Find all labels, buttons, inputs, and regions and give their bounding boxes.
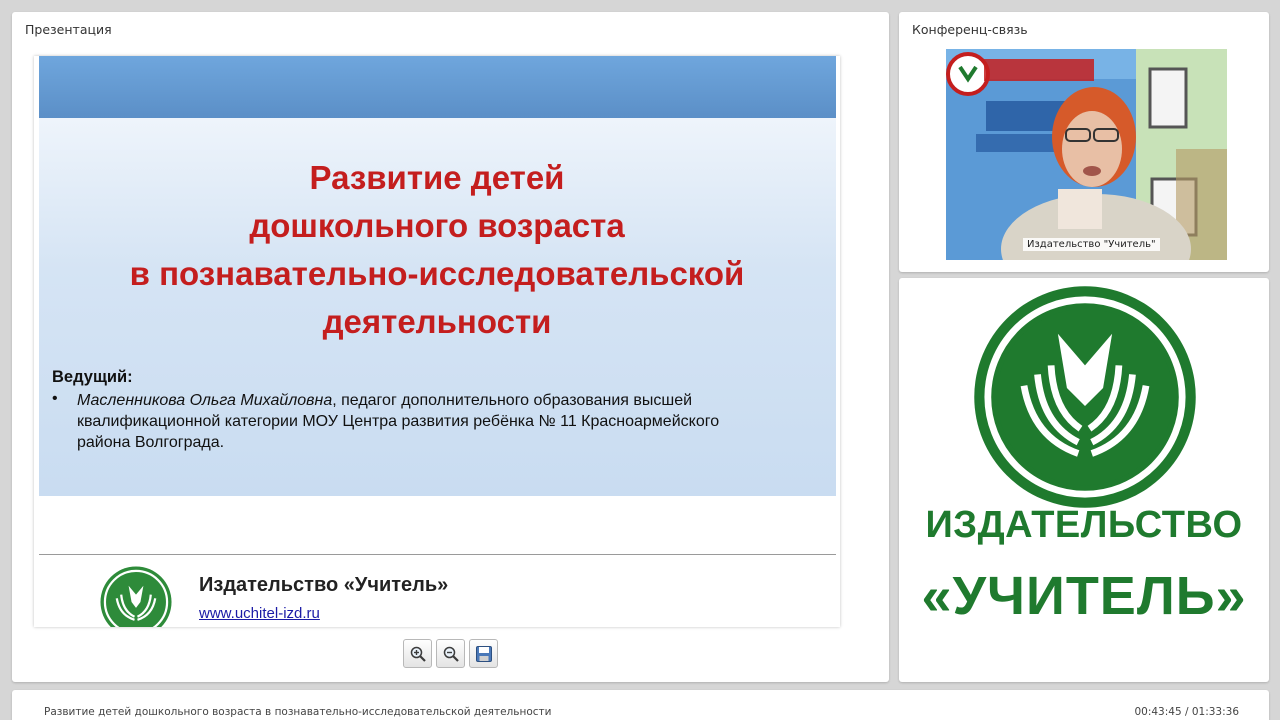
zoom-out-button[interactable] — [436, 639, 465, 668]
zoom-out-icon — [443, 646, 459, 662]
host-description-line: квалификационной категории МОУ Центра ра… — [77, 413, 720, 430]
presentation-panel-title: Презентация — [25, 22, 112, 37]
slide-title-line: в познавательно-исследовательской — [129, 255, 745, 292]
video-frame-image — [946, 49, 1227, 260]
slide-title: Развитие детей дошкольного возраста в по… — [34, 154, 840, 346]
host-bullet: • — [52, 390, 58, 407]
publisher-name: Издательство «Учитель» — [199, 574, 449, 596]
session-title: Развитие детей дошкольного возраста в по… — [44, 706, 552, 718]
slide-header-band — [39, 56, 836, 118]
zoom-in-button[interactable] — [403, 639, 432, 668]
host-label: Ведущий: — [52, 368, 133, 386]
publisher-url-link[interactable]: www.uchitel-izd.ru — [199, 605, 320, 622]
floppy-disk-icon — [475, 645, 492, 662]
video-feed[interactable]: Издательство "Учитель" — [946, 49, 1227, 260]
presentation-panel: Презентация Развитие детей дошкольного в… — [12, 12, 889, 682]
slide-title-line: Развитие детей — [309, 159, 565, 196]
save-button[interactable] — [469, 639, 498, 668]
video-participant-label: Издательство "Учитель" — [1023, 238, 1160, 251]
presentation-slide: Развитие детей дошкольного возраста в по… — [34, 56, 840, 627]
host-description-line: района Волгограда. — [77, 434, 225, 451]
playback-time: 00:43:45 / 01:33:36 — [1134, 706, 1239, 718]
host-name: Масленникова Ольга Михайловна — [77, 392, 333, 409]
zoom-in-icon — [410, 646, 426, 662]
slide-title-line: деятельности — [322, 303, 552, 340]
publisher-emblem-icon — [974, 286, 1196, 508]
slide-title-line: дошкольного возраста — [249, 207, 625, 244]
status-bar: Развитие детей дошкольного возраста в по… — [12, 690, 1269, 720]
host-description-line: , педагог дополнительного образования вы… — [332, 392, 693, 409]
conference-panel: Конференц-связь Издательство "Учитель" — [899, 12, 1269, 272]
host-description: Масленникова Ольга Михайловна, педагог д… — [77, 390, 797, 453]
conference-panel-title: Конференц-связь — [912, 22, 1028, 37]
logo-panel: ИЗДАТЕЛЬСТВО «УЧИТЕЛЬ» — [899, 278, 1269, 682]
brand-name-line2: «УЧИТЕЛЬ» — [921, 566, 1247, 626]
publisher-logo-icon — [100, 566, 172, 627]
slide-divider — [39, 554, 836, 555]
brand-name-line1: ИЗДАТЕЛЬСТВО — [925, 504, 1243, 546]
